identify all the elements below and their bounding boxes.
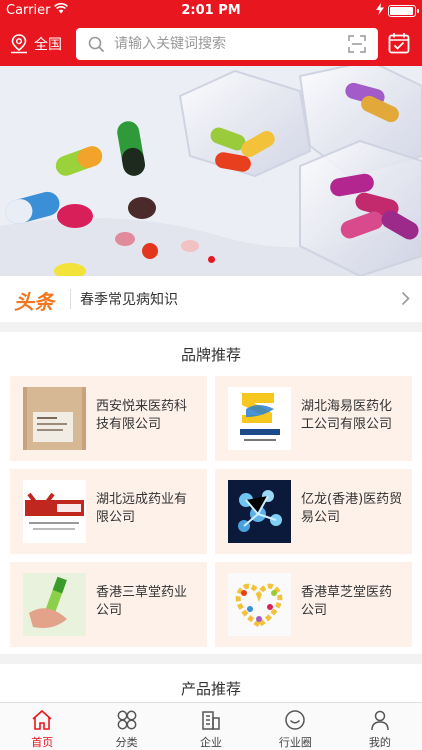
brand-name: 西安悦来医药科技有限公司: [96, 399, 188, 432]
location-pin-icon: [11, 34, 27, 54]
banner-image: [0, 66, 422, 276]
circle-icon: [285, 710, 306, 730]
section-title: 产品推荐: [180, 680, 241, 698]
brand-card[interactable]: 香港三草堂药业公司: [10, 562, 207, 647]
banner-page-dot[interactable]: [207, 256, 215, 263]
search-input[interactable]: [114, 36, 334, 52]
brand-recommend-section: 品牌推荐 西安悦来医药科技有限公司 湖北海易医药化工公司有限公司 湖北远成药业有…: [0, 332, 422, 654]
headline-text[interactable]: 春季常见病知识: [80, 289, 178, 309]
tab-label: 企业: [200, 736, 223, 749]
brand-logo: [228, 480, 291, 543]
tab-industry-circle[interactable]: 行业圈: [253, 703, 337, 750]
brand-card[interactable]: 香港草芝堂医药公司: [215, 562, 412, 647]
tab-category[interactable]: 分类: [84, 703, 168, 750]
calendar-check-icon[interactable]: [388, 32, 410, 54]
tab-label: 我的: [368, 736, 391, 749]
building-icon: [202, 711, 220, 730]
brand-name: 湖北远成药业有限公司: [96, 492, 188, 525]
status-bar: Carrier 2:01 PM: [0, 0, 422, 22]
tab-home[interactable]: 首页: [0, 703, 84, 750]
brand-name: 湖北海易医药化工公司有限公司: [301, 399, 393, 432]
brand-card[interactable]: 湖北海易医药化工公司有限公司: [215, 376, 412, 461]
category-icon: [117, 710, 137, 730]
charging-icon: [376, 3, 384, 18]
promo-banner[interactable]: [0, 66, 422, 276]
top-navbar: 全国: [0, 22, 422, 66]
brand-logo: [228, 387, 291, 450]
product-recommend-section: 产品推荐: [0, 664, 422, 704]
location-selector[interactable]: 全国: [10, 32, 62, 56]
brand-name: 香港草芝堂医药公司: [301, 585, 393, 618]
brand-card[interactable]: 湖北远成药业有限公司: [10, 469, 207, 554]
brand-card[interactable]: 亿龙(香港)医药贸易公司: [215, 469, 412, 554]
headline-tag: 头条: [14, 290, 54, 314]
brand-name: 亿龙(香港)医药贸易公司: [301, 492, 403, 525]
brand-card[interactable]: 西安悦来医药科技有限公司: [10, 376, 207, 461]
person-icon: [371, 710, 389, 731]
search-icon: [88, 36, 104, 52]
search-box[interactable]: [76, 28, 378, 60]
brand-logo: [228, 573, 291, 636]
tab-enterprise[interactable]: 企业: [169, 703, 253, 750]
divider: [70, 289, 71, 309]
banner-pagination: [0, 256, 422, 263]
battery-icon: [388, 5, 419, 17]
location-label: 全国: [34, 37, 62, 53]
bottom-tab-bar: 首页 分类 企业 行业圈 我的: [0, 702, 422, 750]
scan-icon[interactable]: [348, 35, 366, 53]
brand-logo: [23, 387, 86, 450]
tab-label: 首页: [31, 736, 54, 749]
tab-label: 分类: [115, 736, 138, 749]
section-title: 品牌推荐: [180, 346, 241, 364]
chevron-right-icon[interactable]: [401, 291, 410, 306]
brand-name: 香港三草堂药业公司: [96, 585, 188, 618]
tab-label: 行业圈: [278, 736, 312, 749]
brand-logo: [23, 480, 86, 543]
headline-bar[interactable]: 头条 春季常见病知识: [0, 276, 422, 322]
brand-logo: [23, 573, 86, 636]
brand-grid: 西安悦来医药科技有限公司 湖北海易医药化工公司有限公司 湖北远成药业有限公司 亿…: [10, 376, 412, 647]
home-icon: [32, 709, 52, 730]
clock: 2:01 PM: [181, 3, 241, 18]
tab-mine[interactable]: 我的: [338, 703, 422, 750]
